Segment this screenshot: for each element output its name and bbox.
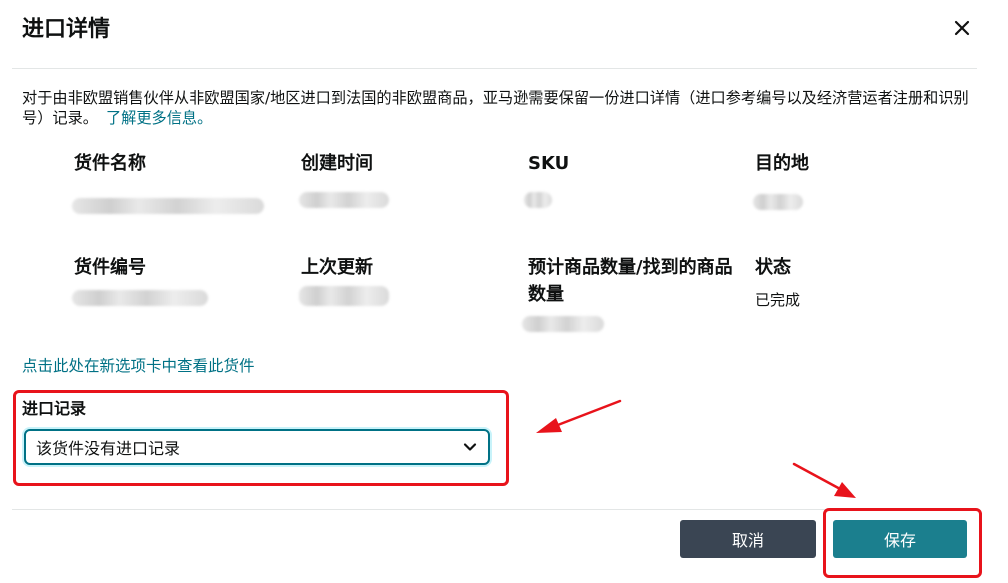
save-button[interactable]: 保存 [833,520,967,558]
import-record-select[interactable]: 该货件没有进口记录 [24,429,490,465]
last-updated-value-redacted [299,286,389,306]
sku-value-redacted [524,192,552,208]
chevron-down-icon [463,443,477,451]
annotation-arrow-icon [536,399,622,433]
shipment-name-value-redacted [72,198,264,214]
description-text: 对于由非欧盟销售伙伴从非欧盟国家/地区进口到法国的非欧盟商品，亚马逊需要保留一份… [22,88,972,128]
destination-label: 目的地 [755,153,809,174]
header-divider [12,68,977,69]
shipment-name-label: 货件名称 [74,153,146,174]
close-button[interactable] [948,14,976,42]
import-record-selected-value: 该货件没有进口记录 [36,439,181,458]
import-record-label: 进口记录 [22,399,87,418]
learn-more-link[interactable]: 了解更多信息。 [106,109,212,127]
sku-label: SKU [528,153,570,174]
status-label: 状态 [755,257,791,278]
created-time-label: 创建时间 [301,153,373,174]
shipment-id-label: 货件编号 [74,257,146,278]
view-shipment-link[interactable]: 点击此处在新选项卡中查看此货件 [22,356,255,376]
cancel-button[interactable]: 取消 [680,520,816,558]
close-icon [954,20,970,36]
last-updated-label: 上次更新 [301,257,373,278]
destination-value-redacted [753,194,803,210]
dialog-title: 进口详情 [22,17,111,42]
quantity-value-redacted [522,316,604,332]
shipment-id-value-redacted [72,290,208,306]
quantity-label: 预计商品数量/找到的商品数量 [528,257,733,305]
import-details-dialog: 进口详情 对于由非欧盟销售伙伴从非欧盟国家/地区进口到法国的非欧盟商品，亚马逊需… [0,0,1008,583]
annotation-arrow-icon [792,462,856,498]
created-time-value-redacted [299,192,389,208]
footer-divider [12,509,977,510]
status-value: 已完成 [755,291,801,309]
